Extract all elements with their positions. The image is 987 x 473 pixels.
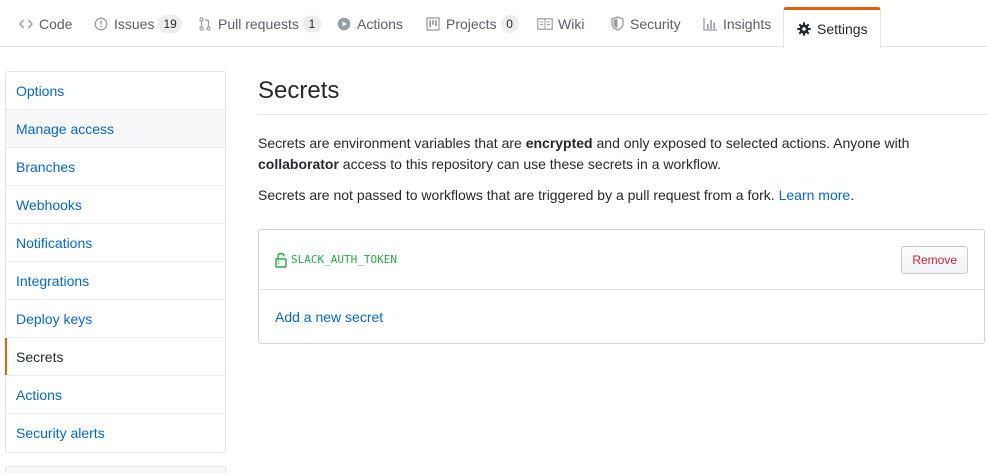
remove-secret-button[interactable]: Remove <box>901 245 968 274</box>
add-secret-row: Add a new secret <box>259 290 984 343</box>
secret-name: SLACK_AUTH_TOKEN <box>291 253 397 266</box>
project-icon <box>425 16 441 32</box>
secrets-list: SLACK_AUTH_TOKEN Remove Add a new secret <box>258 229 985 344</box>
pull-requests-counter: 1 <box>302 14 321 33</box>
graph-icon <box>702 16 718 32</box>
sidebar-item-manage-access[interactable]: Manage access <box>6 110 225 148</box>
play-icon <box>336 16 352 32</box>
secondary-sidebar-menu <box>5 466 226 473</box>
tab-label: Code <box>39 15 73 32</box>
fork-note: Secrets are not passed to workflows that… <box>258 185 987 206</box>
tab-label: Actions <box>357 15 403 32</box>
sidebar-item-deploy-keys[interactable]: Deploy keys <box>6 300 225 338</box>
issues-counter: 19 <box>158 14 182 33</box>
tab-label: Issues <box>114 15 155 32</box>
tab-projects[interactable]: Projects 0 <box>425 0 519 47</box>
secrets-description: Secrets are environment variables that a… <box>258 133 987 175</box>
settings-sidebar: Options Manage access Branches Webhooks … <box>5 71 226 453</box>
pull-request-icon <box>197 16 213 32</box>
add-new-secret-link[interactable]: Add a new secret <box>275 309 383 325</box>
sidebar-item-webhooks[interactable]: Webhooks <box>6 186 225 224</box>
tab-actions[interactable]: Actions <box>336 0 403 47</box>
tab-wiki[interactable]: Wiki <box>537 0 584 47</box>
tab-label: Security <box>630 15 681 32</box>
sidebar-item-actions[interactable]: Actions <box>6 376 225 414</box>
learn-more-link[interactable]: Learn more <box>779 187 851 203</box>
tab-code[interactable]: Code <box>18 0 72 47</box>
sidebar-item-security-alerts[interactable]: Security alerts <box>6 414 225 452</box>
desc-text: Secrets are environment variables that a… <box>258 135 526 151</box>
fork-note-end: . <box>850 187 855 203</box>
repo-nav: Code Issues 19 Pull requests 1 Actions P… <box>0 0 987 48</box>
tab-settings[interactable]: Settings <box>783 7 881 48</box>
sidebar-item-branches[interactable]: Branches <box>6 148 225 186</box>
gear-icon <box>796 21 812 37</box>
tab-label: Wiki <box>558 15 585 32</box>
tab-label: Settings <box>817 21 868 37</box>
desc-bold-encrypted: encrypted <box>525 135 593 151</box>
lock-icon <box>275 252 287 268</box>
issue-icon <box>93 16 109 32</box>
desc-text: and only exposed to selected actions. An… <box>592 135 910 151</box>
tab-security[interactable]: Security <box>609 0 681 47</box>
main-content: Secrets Secrets are environment variable… <box>258 71 987 344</box>
book-icon <box>537 16 553 32</box>
tab-insights[interactable]: Insights <box>702 0 771 47</box>
tab-label: Projects <box>446 15 497 32</box>
code-icon <box>18 16 34 32</box>
tab-pull-requests[interactable]: Pull requests 1 <box>197 0 321 47</box>
sidebar-item-integrations[interactable]: Integrations <box>6 262 225 300</box>
desc-text: access to this repository can use these … <box>338 156 721 172</box>
sidebar-item-options[interactable]: Options <box>6 72 225 110</box>
tab-label: Insights <box>723 15 772 32</box>
sidebar-item-secrets[interactable]: Secrets <box>5 338 225 376</box>
fork-note-text: Secrets are not passed to workflows that… <box>258 187 779 203</box>
desc-bold-collaborator: collaborator <box>258 156 339 172</box>
projects-counter: 0 <box>500 14 519 33</box>
tab-issues[interactable]: Issues 19 <box>93 0 182 47</box>
shield-icon <box>609 16 625 32</box>
page-title: Secrets <box>258 71 987 115</box>
secret-row: SLACK_AUTH_TOKEN Remove <box>259 230 984 290</box>
tab-label: Pull requests <box>218 15 299 32</box>
sidebar-item-notifications[interactable]: Notifications <box>6 224 225 262</box>
